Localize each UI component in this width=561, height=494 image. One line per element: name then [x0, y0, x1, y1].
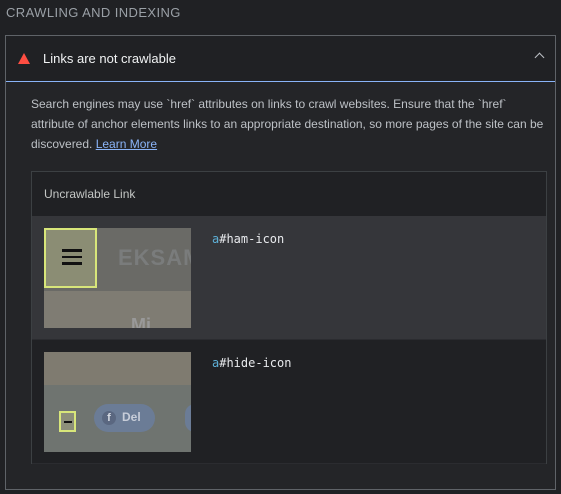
facebook-icon: f: [102, 411, 116, 425]
thumbnail-text: EKSAM: [118, 245, 191, 270]
facebook-button-thumbnail: f Del: [94, 404, 155, 432]
thumbnail-band: [44, 291, 191, 328]
audit-description: Search engines may use `href` attributes…: [31, 94, 551, 154]
table-row[interactable]: EKSAM Mi a#ham-icon: [32, 216, 546, 340]
uncrawlable-links-table: Uncrawlable Link EKSAM Mi a#ham-icon: [31, 171, 547, 464]
node-selector[interactable]: a#ham-icon: [212, 232, 284, 246]
audit-card: Links are not crawlable Search engines m…: [5, 35, 556, 490]
audit-title: Links are not crawlable: [43, 51, 176, 66]
selector-id: #ham-icon: [219, 232, 285, 246]
lighthouse-panel: CRAWLING AND INDEXING Links are not craw…: [0, 0, 561, 494]
element-screenshot: f Del: [44, 352, 191, 452]
chevron-up-icon[interactable]: [534, 52, 545, 63]
thumbnail-edge-pill: [185, 404, 191, 432]
highlighted-element-box: [44, 228, 97, 288]
table-row[interactable]: f Del a#hide-icon: [32, 340, 546, 464]
thumbnail-button-text: Del: [122, 410, 141, 424]
audit-header[interactable]: Links are not crawlable: [6, 36, 555, 82]
thumbnail-top-strip: [44, 352, 191, 385]
learn-more-link[interactable]: Learn More: [96, 137, 157, 151]
thumbnail-subtext: Mi: [131, 315, 151, 328]
hamburger-icon: [62, 249, 82, 265]
highlighted-element-box: [59, 411, 76, 432]
element-screenshot: EKSAM Mi: [44, 228, 191, 328]
warning-icon: [18, 53, 30, 64]
table-header: Uncrawlable Link: [44, 187, 136, 201]
selector-id: #hide-icon: [219, 356, 292, 370]
section-title: CRAWLING AND INDEXING: [6, 5, 181, 20]
node-selector[interactable]: a#hide-icon: [212, 356, 291, 370]
